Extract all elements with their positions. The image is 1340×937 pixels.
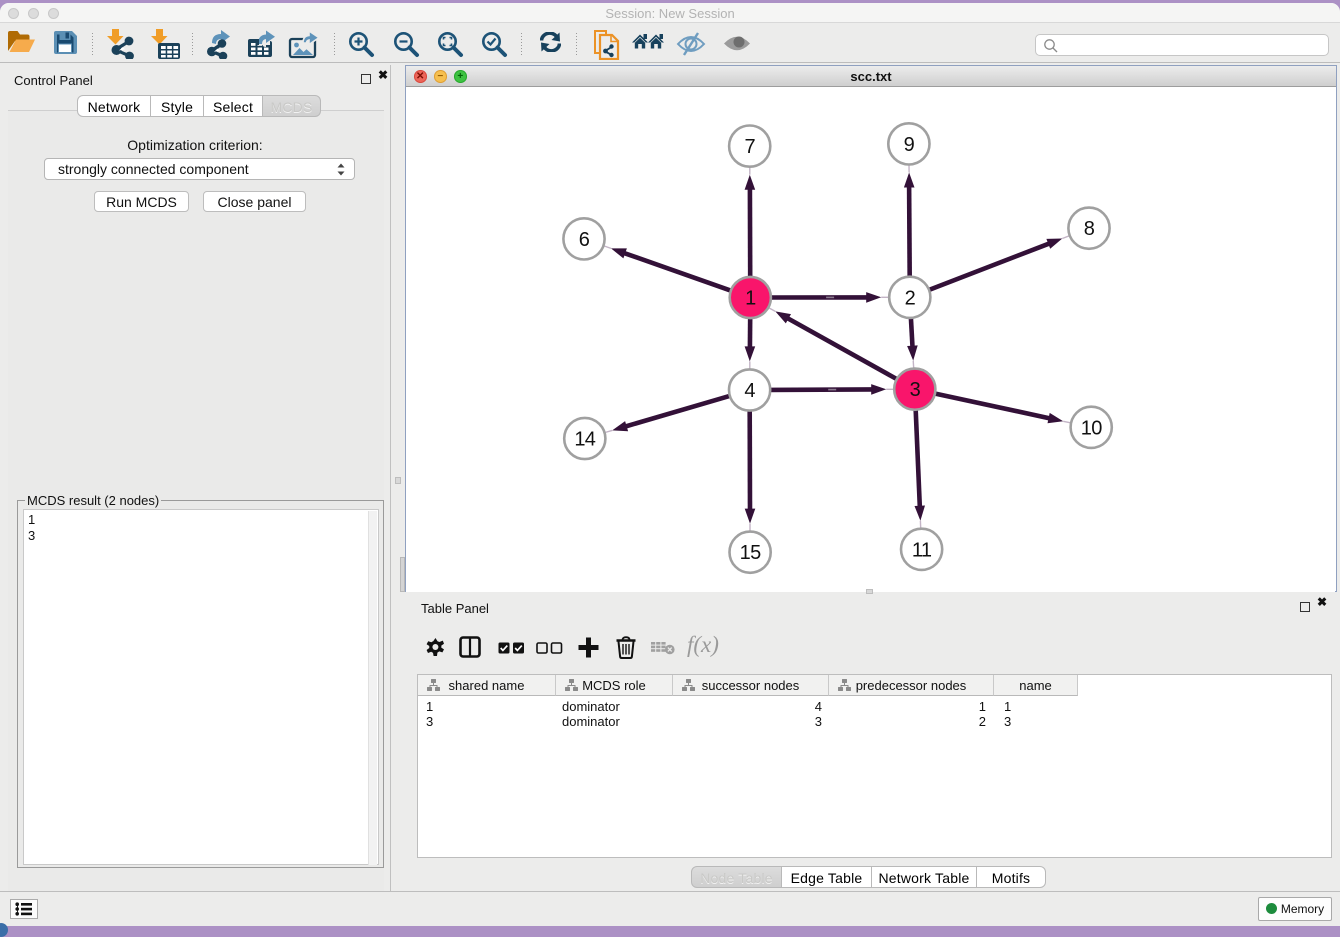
svg-text:3: 3 [910,379,921,401]
svg-text:2: 2 [905,287,916,309]
svg-text:6: 6 [579,229,590,251]
svg-text:15: 15 [740,542,761,564]
svg-text:1: 1 [745,288,756,310]
svg-text:9: 9 [904,134,915,156]
svg-text:7: 7 [744,136,755,158]
svg-text:8: 8 [1084,218,1095,240]
svg-text:10: 10 [1081,417,1102,439]
svg-text:4: 4 [744,380,755,402]
svg-text:14: 14 [574,429,595,451]
svg-text:11: 11 [912,539,932,561]
